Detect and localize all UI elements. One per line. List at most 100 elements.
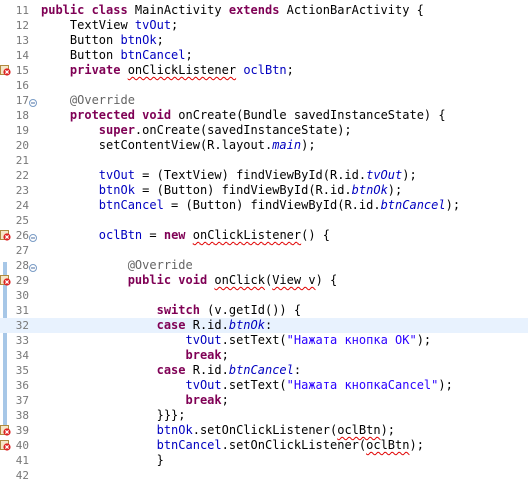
code-line[interactable]: 26 oclBtn = new onClickListener() {	[0, 228, 528, 243]
code-text[interactable]: super.onCreate(savedInstanceState);	[41, 123, 352, 138]
code-line[interactable]: 23 btnOk = (Button) findViewById(R.id.bt…	[0, 183, 528, 198]
code-line[interactable]: 19 super.onCreate(savedInstanceState);	[0, 123, 528, 138]
code-text[interactable]: tvOut = (TextView) findViewById(R.id.tvO…	[41, 168, 417, 183]
code-text[interactable]: TextView tvOut;	[41, 18, 178, 33]
code-text[interactable]: setContentView(R.layout.main);	[41, 138, 316, 153]
code-token: .setText(	[221, 333, 287, 347]
code-line[interactable]: 29 public void onClick(View v) {	[0, 273, 528, 288]
code-token: new	[163, 228, 193, 242]
code-token: btnOk	[156, 423, 193, 437]
code-line[interactable]: 28 @Override	[0, 258, 528, 273]
code-token: setContentView(R.layout.	[41, 138, 273, 152]
code-text[interactable]: private onClickListener oclBtn;	[41, 63, 294, 78]
code-line[interactable]: 22 tvOut = (TextView) findViewById(R.id.…	[0, 168, 528, 183]
code-token: );	[301, 138, 316, 152]
code-token: break	[41, 393, 222, 407]
code-text[interactable]: tvOut.setText("Нажата кнопка ОК");	[41, 333, 432, 348]
code-token: ;	[171, 18, 179, 32]
code-text[interactable]: oclBtn = new onClickListener() {	[41, 228, 330, 243]
code-line[interactable]: 35 case R.id.btnCancel:	[0, 363, 528, 378]
code-text[interactable]: Button btnOk;	[41, 33, 164, 48]
code-line[interactable]: 30	[0, 288, 528, 303]
code-text[interactable]: break;	[41, 348, 229, 363]
code-line[interactable]: 16	[0, 78, 528, 93]
code-line[interactable]: 12 TextView tvOut;	[0, 18, 528, 33]
code-text[interactable]: tvOut.setText("Нажата кнопкаCancel");	[41, 378, 453, 393]
code-text[interactable]: @Override	[41, 258, 193, 273]
line-number: 40	[15, 439, 29, 452]
code-line[interactable]: 39 btnOk.setOnClickListener(oclBtn);	[0, 423, 528, 438]
code-line[interactable]: 20 setContentView(R.layout.main);	[0, 138, 528, 153]
code-line[interactable]: 25	[0, 213, 528, 228]
code-line[interactable]: 31 switch (v.getId()) {	[0, 303, 528, 318]
code-token: public void	[41, 273, 215, 287]
code-token: = (TextView) findViewById(R.id.	[134, 168, 367, 182]
code-token: Button	[41, 33, 121, 47]
line-number: 28	[15, 259, 29, 272]
code-line[interactable]: 17 @Override	[0, 93, 528, 108]
code-line[interactable]: 11 public class MainActivity extends Acti…	[0, 3, 528, 18]
code-text[interactable]: break;	[41, 393, 229, 408]
code-token: onClickListener	[127, 63, 237, 77]
code-text[interactable]: public class MainActivity extends Action…	[41, 3, 424, 18]
code-text[interactable]: btnOk = (Button) findViewById(R.id.btnOk…	[41, 183, 402, 198]
code-token: );	[445, 198, 461, 212]
code-text[interactable]: case R.id.btnOk:	[41, 318, 273, 333]
code-token: btnCancel	[156, 438, 222, 452]
code-line[interactable]: 36 tvOut.setText("Нажата кнопкаCancel");	[0, 378, 528, 393]
code-text[interactable]: case R.id.btnCancel:	[41, 363, 302, 378]
code-text[interactable]: btnOk.setOnClickListener(oclBtn);	[41, 423, 395, 438]
code-line[interactable]: 14 Button btnCancel;	[0, 48, 528, 63]
fold-collapse-icon[interactable]	[29, 231, 37, 242]
code-text[interactable]: protected void onCreate(Bundle savedInst…	[41, 108, 446, 123]
line-number: 15	[15, 64, 29, 77]
code-line[interactable]: 42	[0, 468, 528, 483]
code-line[interactable]: 37 break;	[0, 393, 528, 408]
code-text[interactable]: @Override	[41, 93, 135, 108]
code-line[interactable]: 15 private onClickListener oclBtn;	[0, 63, 528, 78]
line-number: 35	[15, 364, 29, 377]
code-text[interactable]: public void onClick(View v) {	[41, 273, 338, 288]
code-editor[interactable]: 11 public class MainActivity extends Acti…	[0, 0, 528, 483]
code-token: ;	[221, 393, 229, 407]
code-token: ActionBarActivity {	[286, 3, 424, 17]
code-token: View v	[272, 273, 316, 287]
code-line[interactable]: 13 Button btnOk;	[0, 33, 528, 48]
fold-collapse-icon[interactable]	[29, 261, 37, 272]
code-text[interactable]: }	[41, 453, 164, 468]
code-line[interactable]: 41 }	[0, 453, 528, 468]
code-text[interactable]: }}};	[41, 408, 186, 423]
code-line[interactable]: 27	[0, 243, 528, 258]
code-token: case	[41, 363, 193, 377]
fold-collapse-icon[interactable]	[29, 96, 37, 107]
code-text[interactable]: switch (v.getId()) {	[41, 303, 302, 318]
code-token: oclBtn	[98, 228, 143, 242]
line-number: 21	[15, 154, 29, 167]
code-token: onCreate(Bundle savedInstanceState) {	[178, 108, 446, 122]
code-token: switch	[41, 303, 208, 317]
code-line[interactable]: 21	[0, 153, 528, 168]
code-line[interactable]: 34 break;	[0, 348, 528, 363]
code-token: );	[380, 423, 396, 437]
line-number: 39	[15, 424, 29, 437]
code-line[interactable]: 32 case R.id.btnOk:	[0, 318, 528, 333]
code-token: oclBtn	[337, 423, 381, 437]
line-number: 30	[15, 289, 29, 302]
code-line[interactable]: 33 tvOut.setText("Нажата кнопка ОК");	[0, 333, 528, 348]
code-text[interactable]: btnCancel = (Button) findViewById(R.id.b…	[41, 198, 460, 213]
code-line[interactable]: 38 }}};	[0, 408, 528, 423]
code-token: }}};	[41, 408, 186, 422]
code-text[interactable]: Button btnCancel;	[41, 48, 193, 63]
code-text[interactable]: btnCancel.setOnClickListener(oclBtn);	[41, 438, 424, 453]
code-line[interactable]: 18 protected void onCreate(Bundle savedI…	[0, 108, 528, 123]
line-number: 16	[15, 79, 29, 92]
code-token: R.id.	[192, 363, 229, 377]
line-number: 23	[15, 184, 29, 197]
code-token: ;	[221, 348, 229, 362]
code-line[interactable]: 24 btnCancel = (Button) findViewById(R.i…	[0, 198, 528, 213]
code-line[interactable]: 40 btnCancel.setOnClickListener(oclBtn);	[0, 438, 528, 453]
